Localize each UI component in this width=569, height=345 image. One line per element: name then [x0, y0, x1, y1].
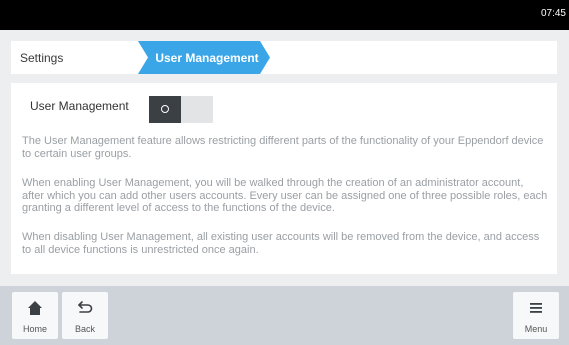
status-clock: 07:45: [540, 8, 566, 19]
description-paragraph: The User Management feature allows restr…: [22, 135, 544, 160]
status-bar: 07:45: [0, 0, 569, 30]
settings-panel: User Management The User Management feat…: [11, 83, 557, 274]
back-button[interactable]: Back: [62, 292, 108, 339]
back-arrow-icon: [78, 301, 93, 313]
hamburger-menu-icon: [530, 303, 542, 313]
breadcrumb-current-label: User Management: [155, 51, 259, 65]
breadcrumb-settings-label: Settings: [20, 51, 64, 65]
user-management-label: User Management: [30, 99, 129, 113]
breadcrumb-settings[interactable]: Settings: [11, 41, 156, 74]
circle-icon: [161, 105, 169, 113]
back-label: Back: [74, 324, 95, 334]
home-label: Home: [22, 324, 47, 334]
home-button[interactable]: Home: [12, 292, 58, 339]
breadcrumb: Settings User Management: [11, 41, 557, 74]
bottom-bar: Home Back Menu: [0, 286, 569, 345]
menu-button[interactable]: Menu: [513, 292, 559, 339]
menu-label: Menu: [524, 324, 548, 334]
breadcrumb-user-management: User Management: [138, 41, 270, 74]
home-icon: [28, 301, 42, 315]
user-management-toggle[interactable]: [149, 96, 213, 123]
description-paragraph: When enabling User Management, you will …: [22, 177, 548, 214]
toggle-knob: [149, 96, 181, 123]
description-paragraph: When disabling User Management, all exis…: [22, 231, 540, 256]
